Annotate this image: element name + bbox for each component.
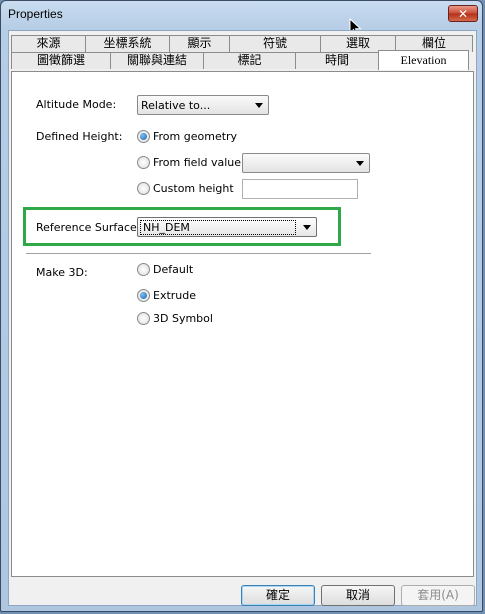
altitude-mode-dropdown[interactable]: Relative to...	[137, 95, 269, 115]
window-title: Properties	[8, 7, 63, 21]
tab-labels[interactable]: 標記	[203, 52, 296, 69]
radio-from-geometry[interactable]	[137, 130, 150, 143]
default-label: Default	[153, 263, 194, 276]
title-bar[interactable]: Properties ✕	[1, 1, 482, 29]
tab-symbology[interactable]: 符號	[229, 35, 321, 52]
reference-surface-label: Reference Surface:	[36, 221, 141, 234]
tabs-row-bottom: 圖徵篩選 關聯與連結 標記 時間 Elevation	[11, 50, 469, 70]
from-field-value-label: From field value	[153, 156, 242, 169]
from-geometry-label: From geometry	[153, 130, 238, 143]
section-divider	[26, 253, 371, 254]
tab-time[interactable]: 時間	[295, 52, 379, 69]
altitude-mode-label: Altitude Mode:	[36, 98, 117, 111]
field-value-dropdown[interactable]	[242, 153, 370, 173]
custom-height-input[interactable]	[242, 179, 358, 199]
chevron-down-icon	[303, 225, 311, 230]
3d-symbol-label: 3D Symbol	[153, 312, 213, 325]
chevron-down-icon	[356, 161, 364, 166]
elevation-panel: Altitude Mode: Relative to... Defined He…	[11, 71, 474, 577]
tab-display[interactable]: 顯示	[169, 35, 230, 52]
tab-feature-filter[interactable]: 圖徵篩選	[11, 52, 111, 69]
custom-height-label: Custom height	[153, 182, 234, 195]
make-3d-label: Make 3D:	[36, 266, 88, 279]
reference-surface-value: NH_DEM	[140, 220, 296, 235]
tab-coordinate-system[interactable]: 坐標系統	[85, 35, 170, 52]
tab-joins-relates[interactable]: 關聯與連結	[110, 52, 204, 69]
defined-height-label: Defined Height:	[36, 130, 123, 143]
dialog-client-area: 來源 坐標系統 顯示 符號 選取 欄位 圖徵篩選 關聯與連結 標記 時間 Ele…	[8, 30, 477, 606]
radio-3d-symbol[interactable]	[137, 312, 150, 325]
altitude-mode-value: Relative to...	[141, 99, 211, 112]
reference-surface-dropdown[interactable]: NH_DEM	[137, 217, 317, 237]
chevron-down-icon	[255, 103, 263, 108]
radio-custom-height[interactable]	[137, 182, 150, 195]
properties-window: Properties ✕ 來源 坐標系統 顯示 符號 選取 欄位 圖徵篩選 關聯…	[0, 0, 483, 612]
ok-button[interactable]: 確定	[241, 585, 315, 606]
apply-button[interactable]: 套用(A)	[401, 585, 475, 606]
radio-from-field-value[interactable]	[137, 156, 150, 169]
cancel-button[interactable]: 取消	[321, 585, 395, 606]
close-button[interactable]: ✕	[448, 5, 478, 22]
tab-elevation[interactable]: Elevation	[378, 50, 469, 70]
tab-source[interactable]: 來源	[11, 35, 86, 52]
extrude-label: Extrude	[153, 289, 197, 302]
radio-default[interactable]	[137, 263, 150, 276]
radio-extrude[interactable]	[137, 289, 150, 302]
